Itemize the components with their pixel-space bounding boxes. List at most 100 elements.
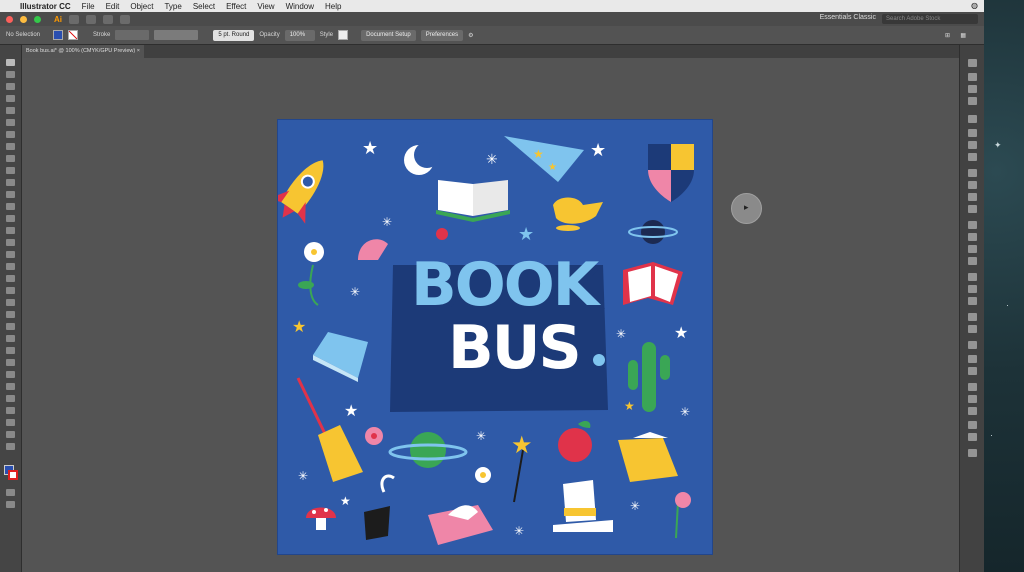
slice-tool-icon[interactable] [6, 371, 15, 378]
info-panel-icon[interactable] [968, 395, 977, 403]
menu-file[interactable]: File [82, 2, 95, 11]
type-tool-icon[interactable] [6, 131, 15, 138]
paintbrush-tool-icon[interactable] [6, 167, 15, 174]
menu-view[interactable]: View [257, 2, 274, 11]
perspective-grid-tool-icon[interactable] [6, 275, 15, 282]
layers-panel-icon[interactable] [968, 193, 977, 201]
free-transform-tool-icon[interactable] [6, 251, 15, 258]
asset-export-panel-icon[interactable] [968, 367, 977, 375]
menu-object[interactable]: Object [130, 2, 153, 11]
navigator-panel-icon[interactable] [968, 383, 977, 391]
image-trace-panel-icon[interactable] [968, 421, 977, 429]
artboard-tool-icon[interactable] [6, 359, 15, 366]
direct-selection-tool-icon[interactable] [6, 71, 15, 78]
menu-select[interactable]: Select [193, 2, 215, 11]
fill-swatch[interactable] [53, 30, 63, 40]
line-tool-icon[interactable] [6, 143, 15, 150]
default-colors-icon[interactable] [6, 443, 15, 450]
symbol-sprayer-tool-icon[interactable] [6, 335, 15, 342]
eyedropper-tool-icon[interactable] [6, 311, 15, 318]
width-tool-icon[interactable] [6, 239, 15, 246]
export-panel-icon[interactable] [968, 355, 977, 363]
character-panel-icon[interactable] [968, 221, 977, 229]
align-icon[interactable]: ⊞ [945, 32, 950, 39]
wifi-icon[interactable]: ◍ [971, 1, 978, 10]
brush-definition-field[interactable]: 5 pt. Round [213, 29, 255, 41]
stroke-weight-field[interactable] [115, 30, 150, 40]
pencil-tool-icon[interactable] [6, 179, 15, 186]
menu-help[interactable]: Help [325, 2, 341, 11]
scale-tool-icon[interactable] [6, 227, 15, 234]
menu-effect[interactable]: Effect [226, 2, 246, 11]
symbols-panel-icon[interactable] [968, 115, 977, 123]
screen-mode-icon[interactable] [6, 501, 15, 508]
swap-fill-stroke-icon[interactable] [6, 431, 15, 438]
opentype-panel-icon[interactable] [968, 245, 977, 253]
opacity-field[interactable]: 100% [284, 29, 315, 41]
glyphs-panel-icon[interactable] [968, 257, 977, 265]
zoom-window-button[interactable] [34, 15, 41, 23]
css-panel-icon[interactable] [968, 449, 977, 457]
fill-stroke-toggle-icon[interactable] [6, 407, 15, 414]
mesh-tool-icon[interactable] [6, 287, 15, 294]
minimize-window-button[interactable] [20, 15, 27, 23]
shape-builder-tool-icon[interactable] [6, 263, 15, 270]
graphic-styles-panel-icon[interactable] [968, 181, 977, 189]
close-window-button[interactable] [6, 15, 13, 23]
actions-panel-icon[interactable] [968, 407, 977, 415]
document-setup-button[interactable]: Document Setup [361, 29, 416, 41]
draw-mode-icon[interactable] [6, 419, 15, 426]
brushes-panel-icon[interactable] [968, 97, 977, 105]
align-panel-icon[interactable] [968, 273, 977, 281]
style-swatch[interactable] [338, 30, 349, 40]
stroke-swatch[interactable] [68, 30, 78, 40]
transform-panel-icon[interactable] [968, 297, 977, 305]
blend-tool-icon[interactable] [6, 323, 15, 330]
menu-edit[interactable]: Edit [106, 2, 120, 11]
arrange-icon[interactable]: ⚙ [468, 32, 473, 39]
rotate-tool-icon[interactable] [6, 215, 15, 222]
preferences-button[interactable]: Preferences [420, 29, 464, 41]
transparency-panel-icon[interactable] [968, 153, 977, 161]
artboard[interactable]: ★ ★ ★ ★ ★ ★ ★ ★ ★ ★ ★ ✳ ✳ ✳ ✳ ✳ ✳ ✳ ✳ ✳ … [277, 119, 713, 555]
gradient-tool-icon[interactable] [6, 299, 15, 306]
variable-width-field[interactable] [154, 30, 199, 40]
menu-type[interactable]: Type [164, 2, 181, 11]
column-graph-tool-icon[interactable] [6, 347, 15, 354]
color-guide-panel-icon[interactable] [968, 73, 977, 81]
workspace-switcher[interactable]: Essentials Classic [820, 14, 876, 21]
variables-panel-icon[interactable] [968, 433, 977, 441]
gradient-panel-icon[interactable] [968, 141, 977, 149]
menu-app-name[interactable]: Illustrator CC [20, 2, 71, 11]
arrange-documents-icon[interactable] [103, 14, 113, 24]
stock-search-input[interactable]: Search Adobe Stock [882, 14, 978, 24]
close-tab-icon[interactable]: × [137, 45, 140, 58]
color-panel-icon[interactable] [968, 59, 977, 67]
paragraph-panel-icon[interactable] [968, 233, 977, 241]
pathfinder-panel-icon[interactable] [968, 285, 977, 293]
eraser-tool-icon[interactable] [6, 203, 15, 210]
hand-tool-icon[interactable] [6, 383, 15, 390]
libraries-panel-icon[interactable] [968, 325, 977, 333]
stroke-color-icon[interactable] [8, 470, 18, 480]
links-panel-icon[interactable] [968, 313, 977, 321]
lasso-tool-icon[interactable] [6, 95, 15, 102]
document-tab[interactable]: Book bus.ai* @ 100% (CMYK/GPU Preview) × [22, 45, 144, 58]
menu-window[interactable]: Window [286, 2, 314, 11]
send-icon[interactable] [120, 14, 130, 24]
pen-tool-icon[interactable] [6, 107, 15, 114]
artboards-panel-icon[interactable] [968, 205, 977, 213]
transform-icon[interactable]: ▦ [960, 32, 966, 39]
zoom-tool-icon[interactable] [6, 395, 15, 402]
bridge-icon[interactable] [69, 14, 79, 24]
selection-tool-icon[interactable] [6, 59, 15, 66]
properties-panel-icon[interactable] [968, 341, 977, 349]
rectangle-tool-icon[interactable] [6, 155, 15, 162]
curvature-tool-icon[interactable] [6, 119, 15, 126]
appearance-panel-icon[interactable] [968, 169, 977, 177]
stock-icon[interactable] [86, 14, 96, 24]
color-mode-icon[interactable] [6, 489, 15, 496]
swatches-panel-icon[interactable] [968, 85, 977, 93]
magic-wand-tool-icon[interactable] [6, 83, 15, 90]
shaper-tool-icon[interactable] [6, 191, 15, 198]
